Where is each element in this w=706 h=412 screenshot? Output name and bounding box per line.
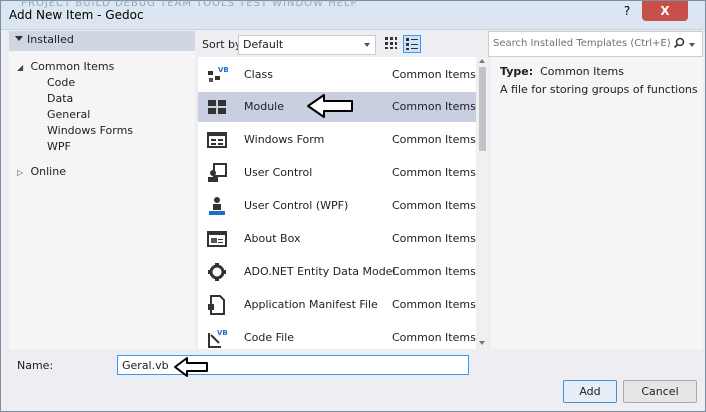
class-icon: VB: [208, 66, 228, 82]
collapse-arrow-icon[interactable]: [15, 36, 23, 41]
chevron-down-icon: [364, 43, 370, 47]
type-label: Type:: [500, 65, 534, 78]
list-item[interactable]: User Control Common Items: [198, 158, 476, 188]
tree-node-data[interactable]: Data: [47, 91, 73, 107]
tree-node-installed[interactable]: Installed: [9, 31, 195, 51]
entity-data-model-icon: [208, 263, 226, 281]
item-name: Class: [244, 68, 273, 81]
module-icon: [208, 100, 226, 114]
tree-node-code[interactable]: Code: [47, 75, 75, 91]
item-category: Common Items: [392, 331, 476, 344]
item-name: User Control: [244, 166, 313, 179]
add-button[interactable]: Add: [563, 380, 617, 403]
svg-text:VB: VB: [217, 329, 228, 337]
medium-icons-view-icon[interactable]: [403, 35, 421, 53]
tree-node-online[interactable]: ▷ Online: [17, 164, 66, 180]
scroll-up-icon[interactable]: [479, 59, 485, 63]
item-name: Module: [244, 100, 284, 113]
name-field-value: Geral.vb: [122, 359, 169, 372]
user-control-icon: [208, 163, 227, 182]
item-name: About Box: [244, 232, 301, 245]
type-line: Type: Common Items: [500, 65, 624, 78]
add-new-item-dialog: PROJECT BUILD DEBUG TEAM TOOLS TEST WIND…: [0, 0, 706, 412]
name-label: Name:: [17, 359, 54, 372]
online-label: Online: [30, 165, 66, 178]
title-bar: PROJECT BUILD DEBUG TEAM TOOLS TEST WIND…: [1, 0, 705, 30]
item-name: Code File: [244, 331, 295, 344]
tree-node-wpf[interactable]: WPF: [47, 139, 71, 155]
user-control-wpf-icon: [209, 197, 225, 215]
item-category: Common Items: [392, 199, 476, 212]
dialog-title: Add New Item - Gedoc: [9, 8, 144, 22]
item-category: Common Items: [392, 68, 476, 81]
annotation-arrow-icon: [174, 357, 208, 377]
search-options-chevron-icon[interactable]: [689, 43, 695, 47]
tree-node-general[interactable]: General: [47, 107, 90, 123]
search-icon[interactable]: [673, 37, 685, 49]
item-category: Common Items: [392, 298, 476, 311]
list-item[interactable]: ADO.NET Entity Data Model Common Items: [198, 257, 476, 287]
svg-text:VB: VB: [218, 66, 228, 74]
annotation-arrow-icon: [307, 94, 353, 118]
item-name: Windows Form: [244, 133, 325, 146]
sort-by-select[interactable]: Default: [238, 35, 376, 55]
item-category: Common Items: [392, 265, 476, 278]
item-category: Common Items: [392, 133, 476, 146]
item-category: Common Items: [392, 100, 476, 113]
small-icons-view-icon[interactable]: [383, 35, 399, 51]
template-details: Type: Common Items A file for storing gr…: [491, 57, 703, 349]
list-item[interactable]: Application Manifest File Common Items: [198, 290, 476, 320]
close-button[interactable]: X: [642, 1, 688, 21]
expanded-arrow-icon[interactable]: ◢: [17, 60, 27, 76]
list-item[interactable]: VB Code File Common Items: [198, 323, 476, 349]
tree-node-windows-forms[interactable]: Windows Forms: [47, 123, 133, 139]
cancel-button[interactable]: Cancel: [623, 380, 697, 403]
name-field[interactable]: Geral.vb: [117, 355, 469, 375]
help-button[interactable]: ?: [614, 1, 640, 21]
scroll-down-icon[interactable]: [479, 341, 485, 345]
installed-label: Installed: [27, 33, 74, 46]
tree-node-common-items[interactable]: ◢ Common Items: [17, 59, 114, 75]
template-description: A file for storing groups of functions: [500, 83, 698, 96]
template-list-scrollbar[interactable]: [477, 57, 488, 349]
common-items-label: Common Items: [30, 60, 115, 73]
item-name: Application Manifest File: [244, 298, 378, 311]
about-box-icon: [207, 231, 227, 247]
collapsed-arrow-icon[interactable]: ▷: [17, 165, 27, 181]
item-category: Common Items: [392, 232, 476, 245]
list-item[interactable]: About Box Common Items: [198, 224, 476, 254]
item-category: Common Items: [392, 166, 476, 179]
item-name: User Control (WPF): [244, 199, 349, 212]
type-value: Common Items: [540, 65, 624, 78]
template-category-tree: Installed ◢ Common Items Code Data Gener…: [9, 31, 195, 349]
sort-by-value: Default: [243, 38, 284, 51]
sort-toolbar: Sort by: Default: [198, 31, 478, 57]
search-input[interactable]: Search Installed Templates (Ctrl+E): [488, 31, 703, 57]
list-item[interactable]: Windows Form Common Items: [198, 125, 476, 155]
list-item[interactable]: VB Class Common Items: [198, 60, 476, 90]
windows-form-icon: [207, 132, 227, 148]
code-file-icon: VB: [208, 329, 228, 348]
manifest-file-icon: [208, 295, 225, 315]
list-item[interactable]: User Control (WPF) Common Items: [198, 191, 476, 221]
scroll-thumb[interactable]: [479, 67, 486, 151]
search-placeholder: Search Installed Templates (Ctrl+E): [493, 38, 671, 49]
item-name: ADO.NET Entity Data Model: [244, 265, 396, 278]
